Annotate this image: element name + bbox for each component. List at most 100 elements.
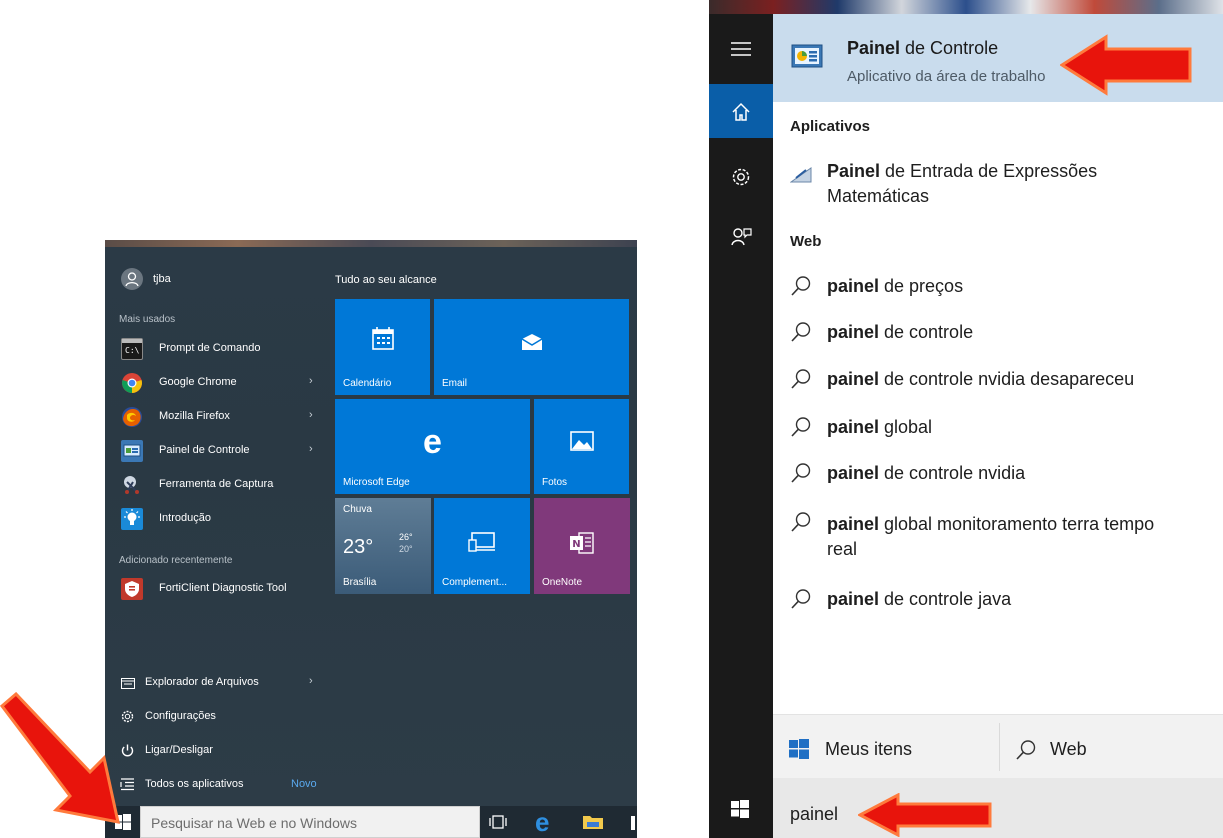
power-button[interactable]: Ligar/Desligar	[117, 736, 317, 766]
search-icon	[791, 276, 811, 296]
web-result[interactable]: painel de preços	[790, 275, 1210, 303]
chevron-right-icon[interactable]: ›	[309, 675, 313, 687]
tile-complement[interactable]: Complement...	[434, 498, 530, 594]
calendar-icon	[335, 327, 430, 354]
file-explorer-icon	[121, 676, 135, 689]
gear-icon[interactable]	[725, 166, 757, 198]
web-result-text: painel de controle nvidia	[827, 463, 1026, 483]
taskbar-search-box[interactable]: Pesquisar na Web e no Windows	[140, 806, 480, 838]
all-apps-button[interactable]: Todos os aplicativos Novo	[117, 770, 317, 800]
file-explorer-button[interactable]: Explorador de Arquivos ›	[117, 668, 317, 698]
app-label: Ferramenta de Captura	[159, 478, 274, 490]
apps-header: Aplicativos	[790, 118, 871, 135]
chevron-right-icon[interactable]: ›	[309, 375, 313, 387]
tile-label: Microsoft Edge	[343, 477, 410, 488]
tile-label: Complement...	[442, 577, 508, 588]
weather-condition: Chuva	[343, 504, 372, 515]
tile-label: Calendário	[343, 378, 392, 389]
search-icon	[791, 369, 811, 389]
search-placeholder: Pesquisar na Web e no Windows	[151, 815, 357, 831]
weather-temp: 23°	[343, 536, 374, 558]
web-result[interactable]: painel de controle java	[790, 588, 1210, 616]
red-arrow-start-icon	[0, 692, 120, 824]
windows-start-icon	[731, 800, 749, 818]
weather-city: Brasília	[343, 577, 377, 588]
search-icon	[791, 589, 811, 609]
home-icon[interactable]	[709, 84, 773, 138]
red-arrow-query-icon	[858, 793, 992, 837]
app-item-google-chrome[interactable]: Google Chrome ›	[117, 368, 317, 398]
web-header: Web	[790, 233, 822, 250]
math-input-icon	[789, 164, 812, 184]
new-badge: Novo	[291, 778, 317, 790]
web-result-text: painel global monitoramento terra tempo	[827, 514, 1155, 534]
web-result-text: painel de controle	[827, 322, 974, 342]
my-items-button[interactable]: Meus itens	[773, 715, 999, 778]
app-item-introducao[interactable]: Introdução	[117, 504, 317, 534]
app-result-math-input-panel[interactable]: Painel de Entrada de Expressões Matemáti…	[789, 158, 1210, 210]
weather-high: 26°	[399, 532, 413, 542]
photos-icon	[534, 431, 629, 454]
feedback-icon[interactable]	[725, 226, 757, 258]
tile-label: Email	[442, 378, 468, 389]
web-result[interactable]: painel global	[790, 416, 1210, 444]
control-panel-icon	[121, 440, 143, 462]
tile-fotos[interactable]: Fotos	[534, 399, 629, 494]
edge-taskbar-icon[interactable]: e	[535, 808, 559, 836]
chevron-right-icon[interactable]: ›	[309, 443, 313, 455]
app-label: Mozilla Firefox	[159, 410, 230, 422]
task-view-icon[interactable]	[489, 815, 507, 829]
red-arrow-best-match-icon	[1060, 34, 1192, 96]
snipping-tool-icon	[121, 474, 143, 496]
tiles-header: Tudo ao seu alcance	[335, 274, 437, 286]
cmd-icon: C:\	[121, 338, 143, 360]
app-item-ferramenta-de-captura[interactable]: Ferramenta de Captura	[117, 470, 317, 500]
app-item-forticlient[interactable]: FortiClient Diagnostic Tool	[117, 574, 317, 604]
file-explorer-taskbar-icon[interactable]	[582, 814, 604, 830]
app-result-line2: Matemáticas	[827, 186, 930, 206]
recent-header: Adicionado recentemente	[119, 555, 233, 566]
web-result-text: painel de controle java	[827, 589, 1012, 609]
web-result[interactable]: painel de controle nvidia	[790, 462, 1210, 490]
title-rest: de Controle	[900, 38, 999, 58]
svg-text:C:\: C:\	[125, 346, 140, 355]
tile-label: Fotos	[542, 477, 568, 488]
query-highlight: Painel	[847, 38, 901, 58]
tile-onenote[interactable]: N OneNote	[534, 498, 630, 594]
start-button[interactable]	[709, 778, 773, 838]
tile-microsoft-edge[interactable]: e Microsoft Edge	[335, 399, 530, 494]
web-result[interactable]: painel de controle	[790, 321, 1210, 349]
search-icon	[1016, 740, 1036, 760]
web-label: Web	[1050, 739, 1087, 759]
devices-icon	[434, 532, 530, 555]
web-button[interactable]: Web	[1000, 715, 1223, 778]
tile-label: OneNote	[542, 577, 583, 588]
hamburger-menu-icon[interactable]	[725, 40, 757, 70]
lightbulb-icon	[121, 508, 143, 530]
app-item-painel-de-controle[interactable]: Painel de Controle ›	[117, 436, 317, 466]
web-result[interactable]: painel global monitoramento terra tempo …	[790, 511, 1210, 563]
best-match-title: Painel de Controle	[847, 38, 998, 59]
web-result[interactable]: painel de controle nvidia desapareceu	[790, 368, 1210, 396]
weather-low: 20°	[399, 544, 413, 554]
query-highlight: Painel	[827, 161, 881, 181]
user-account[interactable]: tjba	[119, 266, 239, 292]
most-used-header: Mais usados	[119, 314, 176, 325]
search-input[interactable]: painel	[773, 778, 1223, 838]
tile-weather[interactable]: Chuva 23° 26° 20° Brasília	[335, 498, 431, 594]
onenote-icon: N	[534, 532, 630, 557]
chrome-icon	[121, 372, 143, 394]
app-result-line1: Painel de Entrada de Expressões	[827, 161, 1097, 182]
mail-icon	[434, 333, 629, 354]
app-item-prompt-de-comando[interactable]: C:\ Prompt de Comando	[117, 334, 317, 364]
user-avatar-icon	[121, 268, 143, 290]
app-item-mozilla-firefox[interactable]: Mozilla Firefox ›	[117, 402, 317, 432]
tile-email[interactable]: Email	[434, 299, 629, 395]
settings-button[interactable]: Configurações	[117, 702, 317, 732]
forticlient-icon	[121, 578, 143, 600]
tile-calendario[interactable]: Calendário	[335, 299, 430, 395]
search-query: painel	[790, 804, 839, 824]
control-panel-icon	[791, 42, 823, 72]
chevron-right-icon[interactable]: ›	[309, 409, 313, 421]
all-apps-label: Todos os aplicativos	[145, 778, 244, 790]
